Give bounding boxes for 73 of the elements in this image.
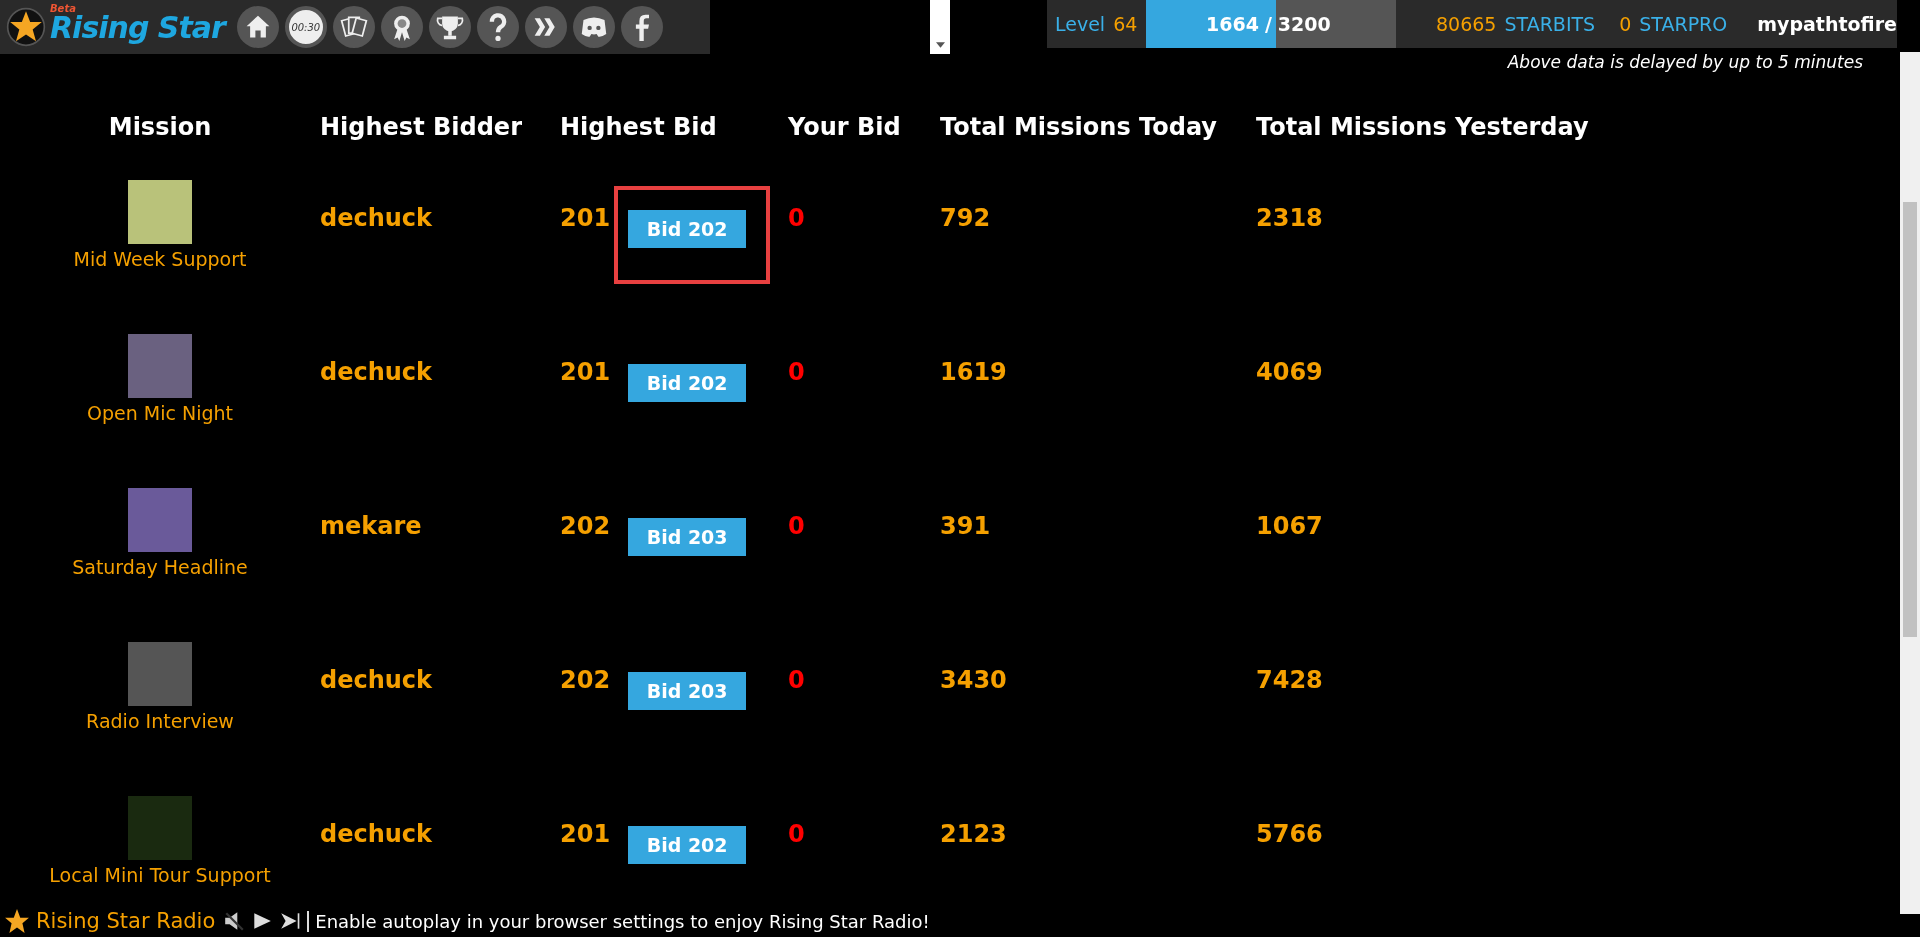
cards-icon[interactable]: [332, 6, 375, 48]
missions-today: 792: [940, 204, 991, 232]
highest-bid: 202: [560, 512, 611, 540]
scrollbar[interactable]: [930, 0, 950, 54]
radio-title: Rising Star Radio: [36, 909, 216, 933]
starbits-amount: 80665: [1436, 13, 1497, 35]
down-arrow-icon[interactable]: [935, 42, 945, 48]
starbits-label: STARBITS: [1504, 13, 1596, 35]
bidder-name: mekare: [320, 512, 422, 540]
missions-yesterday: 2318: [1256, 204, 1323, 232]
photo-placeholder: [128, 180, 192, 244]
letter-f-icon[interactable]: [620, 6, 663, 48]
photo-placeholder: [128, 488, 192, 552]
radio-message: Enable autoplay in your browser settings to enjoy Rising Star Radio!: [307, 910, 930, 932]
missions-today: 3430: [940, 666, 1007, 694]
your-bid: 0: [788, 512, 805, 540]
starpro-amount: 0: [1619, 13, 1632, 35]
scrollbar[interactable]: [1900, 52, 1920, 914]
star-logo-icon[interactable]: [6, 7, 46, 47]
trophy-icon[interactable]: [428, 6, 471, 48]
photo-placeholder: [128, 796, 192, 860]
bidder-name: dechuck: [320, 666, 433, 694]
chevrons-icon[interactable]: [524, 6, 567, 48]
column-header: Total Missions Today: [940, 113, 1218, 141]
xp-total: 3200: [1277, 13, 1331, 35]
ribbon-icon[interactable]: [380, 6, 423, 48]
your-bid: 0: [788, 358, 805, 386]
highest-bid: 201: [560, 820, 611, 848]
missions-yesterday: 1067: [1256, 512, 1323, 540]
stopwatch-icon[interactable]: 00:30: [284, 6, 327, 48]
photo-placeholder: [128, 334, 192, 398]
missions-today: 2123: [940, 820, 1007, 848]
column-header: Mission: [108, 113, 212, 141]
home-icon[interactable]: [236, 6, 279, 48]
photo-placeholder: [128, 642, 192, 706]
missions-yesterday: 7428: [1256, 666, 1323, 694]
column-header: Highest Bidder: [320, 113, 523, 141]
level-label: Level: [1055, 13, 1106, 35]
xp-separator: /: [1264, 13, 1272, 35]
username[interactable]: mypathtofire: [1757, 13, 1897, 35]
chat-bubble-icon[interactable]: [572, 6, 615, 48]
xp-current: 1664: [1206, 13, 1259, 35]
next-icon[interactable]: [279, 910, 302, 932]
mission-name[interactable]: Mid Week Support: [73, 248, 247, 270]
scrollbar-thumb[interactable]: [1903, 202, 1917, 637]
missions-today: 391: [940, 512, 991, 540]
help-icon[interactable]: [476, 6, 519, 48]
mission-name[interactable]: Local Mini Tour Support: [49, 864, 271, 886]
missions-yesterday: 4069: [1256, 358, 1323, 386]
bidder-name: dechuck: [320, 358, 433, 386]
highest-bid: 201: [560, 358, 611, 386]
mission-name[interactable]: Radio Interview: [86, 710, 234, 732]
bidder-name: dechuck: [320, 820, 433, 848]
mission-name[interactable]: Saturday Headline: [72, 556, 248, 578]
column-header: Your Bid: [788, 113, 902, 141]
mute-icon[interactable]: [223, 910, 246, 932]
column-header: Highest Bid: [560, 113, 718, 141]
level-value: 64: [1113, 13, 1138, 35]
highest-bid: 201: [560, 204, 611, 232]
delay-notice: Above data is delayed by up to 5 minutes: [1507, 52, 1864, 72]
bidder-name: dechuck: [320, 204, 433, 232]
missions-yesterday: 5766: [1256, 820, 1323, 848]
your-bid: 0: [788, 666, 805, 694]
star-icon: [4, 908, 30, 934]
highest-bid: 202: [560, 666, 611, 694]
timer-label: 00:30: [291, 21, 321, 33]
starpro-label: STARPRO: [1639, 13, 1728, 35]
beta-tag: Beta: [50, 3, 76, 14]
your-bid: 0: [788, 820, 805, 848]
column-header: Total Missions Yesterday: [1256, 113, 1590, 141]
missions-today: 1619: [940, 358, 1007, 386]
your-bid: 0: [788, 204, 805, 232]
mission-name[interactable]: Open Mic Night: [87, 402, 233, 424]
